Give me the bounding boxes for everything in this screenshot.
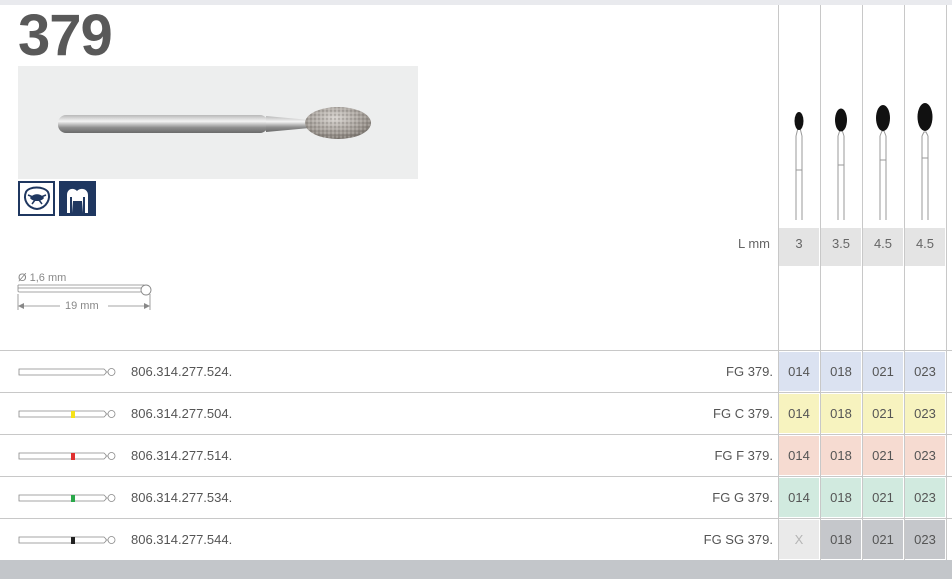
size-cell: 018	[821, 394, 861, 433]
table-row: 806.314.277.504. FG C 379. 014 018 021 023	[0, 393, 952, 434]
length-cell: 4.5	[863, 228, 903, 266]
size-cell: 023	[905, 436, 945, 475]
bur-size-023-drawing	[905, 100, 945, 225]
size-cell: 014	[779, 436, 819, 475]
bur-shank-icon	[18, 533, 118, 547]
bur-shank-icon	[18, 449, 118, 463]
length-label: 19 mm	[65, 300, 99, 312]
top-bar	[0, 0, 952, 5]
length-cell: 4.5	[905, 228, 945, 266]
size-cell: 021	[863, 478, 903, 517]
size-unavailable-cell: X	[779, 520, 819, 559]
bur-size-018-drawing	[821, 100, 861, 225]
size-cell: 023	[905, 352, 945, 391]
crown-preparation-icon	[59, 181, 96, 216]
size-cell: 021	[863, 352, 903, 391]
length-header: L mm	[737, 236, 770, 251]
reference-number: 806.314.277.514.	[131, 448, 233, 463]
size-cell: 021	[863, 436, 903, 475]
bur-shank-icon	[18, 407, 118, 421]
bur-size-021-drawing	[863, 100, 903, 225]
reference-number: 806.314.277.524.	[131, 364, 233, 379]
product-code: FG G 379.	[712, 490, 773, 505]
size-cell: 018	[821, 520, 861, 559]
bur-shank-icon	[18, 365, 118, 379]
table-row: 806.314.277.534. FG G 379. 014 018 021 023	[0, 477, 952, 518]
occlusal-preparation-icon	[18, 181, 55, 216]
product-code: FG C 379.	[713, 406, 773, 421]
table-row: 806.314.277.514. FG F 379. 014 018 021 023	[0, 435, 952, 476]
product-code: FG F 379.	[714, 448, 773, 463]
size-cell: 023	[905, 394, 945, 433]
bottom-bar	[0, 560, 952, 579]
size-cell: 023	[905, 520, 945, 559]
size-cell: 018	[821, 352, 861, 391]
size-cell: 023	[905, 478, 945, 517]
length-cell: 3	[779, 228, 819, 266]
size-cell: 014	[779, 478, 819, 517]
reference-number: 806.314.277.534.	[131, 490, 233, 505]
length-cell: 3.5	[821, 228, 861, 266]
table-row: 806.314.277.544. FG SG 379. X 018 021 023	[0, 519, 952, 560]
table-row: 806.314.277.524. FG 379. 014 018 021 023	[0, 351, 952, 392]
size-cell: 014	[779, 352, 819, 391]
size-cell: 021	[863, 520, 903, 559]
reference-number: 806.314.277.504.	[131, 406, 233, 421]
size-cell: 021	[863, 394, 903, 433]
bur-shank-icon	[18, 491, 118, 505]
bur-size-014-drawing	[779, 100, 819, 225]
size-cell: 018	[821, 478, 861, 517]
product-code: FG SG 379.	[703, 532, 773, 547]
product-code: FG 379.	[726, 364, 773, 379]
dimension-drawing: Ø 1,6 mm 19 mm	[16, 270, 156, 320]
size-cell: 014	[779, 394, 819, 433]
product-photo	[18, 66, 418, 179]
size-cell: 018	[821, 436, 861, 475]
product-number: 379	[18, 3, 113, 68]
reference-number: 806.314.277.544.	[131, 532, 233, 547]
